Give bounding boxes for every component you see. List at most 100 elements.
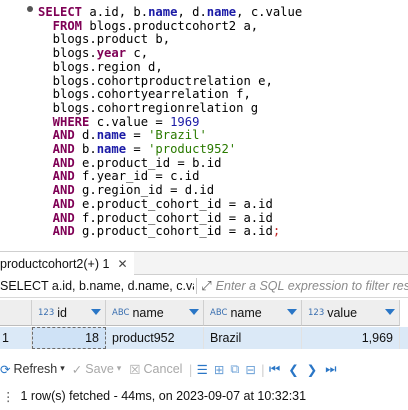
info-icon: ⋮ bbox=[2, 388, 15, 404]
sql-token: f.product_cohort_id = a.id bbox=[74, 210, 273, 225]
row-number-header bbox=[0, 300, 32, 326]
refresh-button[interactable]: ⟳ Refresh ▾ bbox=[0, 362, 65, 377]
sql-token: AND bbox=[38, 128, 75, 143]
save-button[interactable]: ✓ Save ▾ bbox=[72, 362, 122, 377]
sql-token: c, bbox=[126, 46, 149, 61]
status-bar: ⋮ 1 row(s) fetched - 44ms, on 2023-09-07… bbox=[0, 386, 408, 406]
filter-input[interactable]: Enter a SQL expression to filter results bbox=[216, 279, 408, 293]
sql-token: AND bbox=[38, 169, 75, 184]
column-label: value bbox=[327, 305, 358, 320]
sql-token: = bbox=[126, 142, 149, 156]
cancel-label: Cancel bbox=[143, 362, 183, 376]
column-header-product-name[interactable]: ABC name bbox=[106, 300, 204, 326]
sql-token: , c.value bbox=[236, 5, 303, 19]
column-label: name bbox=[230, 305, 262, 320]
sql-token: AND bbox=[38, 196, 75, 211]
sql-token: AND bbox=[38, 155, 75, 170]
add-row-icon[interactable]: ⊞ bbox=[214, 362, 224, 377]
refresh-icon: ⟳ bbox=[0, 361, 11, 377]
copy-row-icon[interactable]: ⧉ bbox=[230, 361, 239, 377]
sql-token: name bbox=[96, 128, 127, 143]
current-line-marker bbox=[27, 6, 33, 12]
table-cell[interactable]: 1,969 bbox=[302, 327, 400, 349]
sql-token: 'Brazil' bbox=[148, 128, 207, 143]
table-cell[interactable]: 18 bbox=[32, 327, 106, 349]
sql-token: AND bbox=[38, 183, 75, 198]
sort-arrow-icon[interactable] bbox=[91, 309, 101, 315]
edit-row-icon[interactable]: ☰ bbox=[197, 362, 208, 377]
numeric-type-icon: 123 bbox=[308, 307, 325, 318]
sort-arrow-icon[interactable] bbox=[287, 309, 297, 315]
results-grid[interactable]: 123 id ABC name ABC name 123 value 1 18 … bbox=[0, 300, 408, 350]
sql-token: year bbox=[96, 46, 127, 61]
column-label: id bbox=[57, 305, 67, 320]
separator: | bbox=[188, 361, 193, 377]
cancel-button[interactable]: ☒ Cancel bbox=[129, 362, 182, 377]
column-header-region-name[interactable]: ABC name bbox=[204, 300, 302, 326]
sort-arrow-icon[interactable] bbox=[189, 309, 199, 315]
sql-token: blogs.productcohort2 a, bbox=[82, 18, 259, 33]
filter-query-text: SELECT a.id, b.name, d.name, c.value bbox=[0, 279, 195, 293]
sql-token: blogs.cohortyearrelation f, bbox=[38, 87, 251, 102]
sql-token: name bbox=[206, 5, 237, 19]
first-page-icon[interactable]: ⏮ bbox=[269, 361, 280, 377]
sql-token: e.product_cohort_id = a.id bbox=[74, 196, 273, 211]
sql-token: a.id, b. bbox=[82, 5, 149, 19]
row-filler bbox=[400, 327, 408, 349]
results-tab-label: productcohort2(+) 1 bbox=[0, 256, 110, 271]
sql-token: AND bbox=[38, 210, 75, 225]
sql-token: blogs.cohortproductrelation e, bbox=[38, 73, 273, 88]
sql-token: = bbox=[126, 128, 149, 143]
filter-divider bbox=[196, 278, 198, 294]
expand-icon[interactable]: ⤢ bbox=[201, 279, 211, 294]
chevron-down-icon[interactable]: ▾ bbox=[60, 364, 65, 374]
sql-token: b. bbox=[74, 142, 97, 156]
chevron-down-icon[interactable]: ▾ bbox=[117, 364, 122, 374]
sql-editor[interactable]: SELECT a.id, b.name, d.name, c.value FRO… bbox=[0, 0, 408, 246]
sql-token: blogs.region d, bbox=[38, 59, 163, 74]
refresh-label: Refresh bbox=[13, 362, 58, 376]
status-text: 1 row(s) fetched - 44ms, on 2023-09-07 a… bbox=[20, 389, 307, 403]
sql-token: e.product_id = b.id bbox=[74, 155, 222, 170]
results-toolbar: ⟳ Refresh ▾ ✓ Save ▾ ☒ Cancel | ☰ ⊞ ⧉ ⊟ … bbox=[0, 356, 408, 382]
sql-token: WHERE bbox=[38, 114, 90, 129]
sql-token: ; bbox=[272, 224, 281, 239]
previous-page-icon[interactable]: ❮ bbox=[288, 362, 298, 377]
sql-token: 'product952' bbox=[148, 142, 237, 156]
table-cell[interactable]: Brazil bbox=[204, 327, 302, 349]
sql-token: blogs. bbox=[38, 46, 97, 61]
sql-token: , d. bbox=[177, 5, 207, 19]
sql-token: 1969 bbox=[170, 114, 200, 129]
filter-bar: SELECT a.id, b.name, d.name, c.value ⤢ E… bbox=[0, 275, 408, 298]
results-tab-strip: productcohort2(+) 1 ✕ bbox=[0, 251, 408, 275]
sql-token: g.region_id = d.id bbox=[74, 183, 215, 198]
sort-arrow-icon[interactable] bbox=[385, 309, 395, 315]
sql-token: c.value = bbox=[89, 114, 171, 129]
sql-token: AND bbox=[38, 142, 75, 156]
results-tab[interactable]: productcohort2(+) 1 ✕ bbox=[0, 252, 134, 275]
next-page-icon[interactable]: ❯ bbox=[307, 362, 317, 377]
sql-token: blogs.cohortregionrelation g bbox=[38, 100, 259, 115]
column-header-id[interactable]: 123 id bbox=[32, 300, 106, 326]
save-label: Save bbox=[85, 362, 114, 376]
sql-token: blogs.product b, bbox=[38, 32, 171, 47]
text-type-icon: ABC bbox=[112, 307, 130, 318]
row-number[interactable]: 1 bbox=[0, 327, 32, 349]
table-cell[interactable]: product952 bbox=[106, 327, 204, 349]
cancel-icon: ☒ bbox=[129, 361, 141, 377]
sql-token: g.product_cohort_id = a.id bbox=[74, 224, 273, 239]
last-page-icon[interactable]: ⏭ bbox=[325, 361, 336, 377]
separator: | bbox=[260, 361, 266, 377]
delete-row-icon[interactable]: ⊟ bbox=[245, 362, 255, 377]
column-header-value[interactable]: 123 value bbox=[302, 300, 400, 326]
close-icon[interactable]: ✕ bbox=[117, 257, 127, 271]
sql-token: d. bbox=[74, 128, 97, 143]
sql-token: f.year_id = c.id bbox=[74, 169, 200, 184]
sql-token: AND bbox=[38, 224, 75, 239]
text-type-icon: ABC bbox=[210, 307, 228, 318]
numeric-type-icon: 123 bbox=[38, 307, 55, 318]
sql-token: SELECT bbox=[38, 5, 83, 19]
sql-token: name bbox=[96, 142, 127, 156]
sql-token: name bbox=[148, 5, 178, 19]
column-label: name bbox=[132, 305, 164, 320]
